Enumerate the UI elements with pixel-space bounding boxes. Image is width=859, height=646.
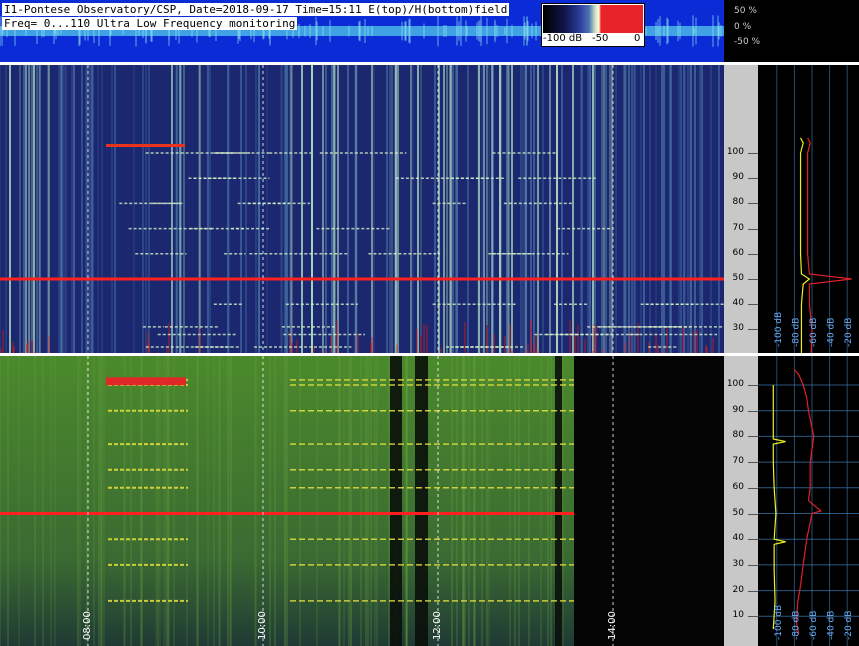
profile-db-label: -100 dB: [774, 312, 784, 347]
h-field-spectrogram: [0, 356, 724, 646]
freq-tick-mark: [748, 228, 758, 230]
h-no-data: [574, 356, 724, 646]
h-gap: [415, 356, 428, 646]
header-subtitle: Freq= 0...110 Ultra Low Frequency monito…: [2, 17, 298, 30]
h-gap: [555, 356, 562, 646]
freq-tick-mark: [748, 487, 758, 489]
colorbar-label-min: -100 dB: [543, 33, 583, 44]
freq-tick-label: 100: [726, 379, 744, 389]
freq-tick-mark: [748, 410, 758, 412]
colorbar-label-max: 0: [634, 33, 641, 44]
profile-db-label: -60 dB: [809, 318, 819, 347]
freq-tick-label: 60: [732, 481, 744, 492]
h-spectrum-profile: -100 dB -80 dB -60 dB -40 dB -20 dB: [758, 356, 859, 646]
profile-db-label: -80 dB: [791, 611, 801, 640]
activity-label-minus50: -50 %: [734, 37, 761, 47]
freq-tick-mark: [748, 153, 758, 154]
activity-label-plus50: 50 %: [734, 6, 757, 16]
freq-tick-label: 80: [732, 430, 744, 441]
freq-tick-label: 10: [732, 610, 744, 621]
profile-db-label: -40 dB: [827, 318, 837, 347]
freq-tick-mark: [748, 203, 758, 205]
colorbar-legend: -100 dB -50 0: [541, 3, 645, 47]
h-gap: [390, 356, 402, 646]
freq-tick-label: 80: [732, 197, 744, 208]
freq-tick-label: 40: [732, 533, 744, 544]
freq-tick-mark: [748, 590, 758, 592]
freq-tick-label: 50: [732, 273, 744, 283]
freq-tick-label: 60: [732, 247, 744, 258]
freq-tick-mark: [748, 539, 758, 541]
h-freq-axis: 10 20 30 40 50 60 70 80 90 100: [724, 356, 758, 646]
freq-tick-label: 20: [732, 584, 744, 595]
h-event-block: [106, 377, 186, 386]
activity-scale-panel: 50 % 0 % -50 %: [724, 0, 859, 62]
e-spectrum-profile: -100 dB -80 dB -60 dB -40 dB -20 dB: [758, 65, 859, 353]
freq-tick-label: 90: [732, 172, 744, 183]
activity-label-zero: 0 %: [734, 22, 752, 32]
profile-db-label: -20 dB: [844, 318, 854, 347]
freq-tick-mark: [748, 564, 758, 566]
profile-background: [758, 65, 859, 353]
freq-tick-mark: [748, 616, 758, 618]
freq-tick-mark: [748, 279, 758, 280]
freq-tick-label: 90: [732, 404, 744, 415]
profile-db-label: -100 dB: [774, 605, 784, 640]
profile-db-label: -40 dB: [827, 611, 837, 640]
colorbar-gradient: [543, 5, 643, 33]
e-background: [0, 65, 724, 353]
freq-tick-mark: [748, 385, 758, 386]
freq-tick-label: 30: [732, 323, 744, 334]
e-freq-axis: 30 40 50 60 70 80 90 100: [724, 65, 758, 353]
freq-tick-mark: [748, 436, 758, 438]
freq-tick-mark: [748, 462, 758, 464]
freq-tick-label: 100: [726, 147, 744, 157]
freq-tick-mark: [748, 329, 758, 331]
profile-db-label: -60 dB: [809, 611, 819, 640]
freq-tick-mark: [748, 513, 758, 515]
profile-db-label: -20 dB: [844, 611, 854, 640]
freq-tick-label: 50: [732, 507, 744, 518]
e-field-spectrogram: [0, 65, 724, 353]
freq-tick-label: 70: [732, 456, 744, 467]
freq-tick-mark: [748, 253, 758, 255]
profile-db-label: -80 dB: [791, 318, 801, 347]
freq-tick-label: 40: [732, 298, 744, 309]
header-title: I1-Pontese Observatory/CSP, Date=2018-09…: [2, 3, 510, 16]
freq-tick-mark: [748, 178, 758, 180]
freq-tick-mark: [748, 304, 758, 306]
freq-tick-label: 70: [732, 222, 744, 233]
colorbar-label-mid: -50: [592, 33, 609, 44]
freq-tick-label: 30: [732, 558, 744, 569]
